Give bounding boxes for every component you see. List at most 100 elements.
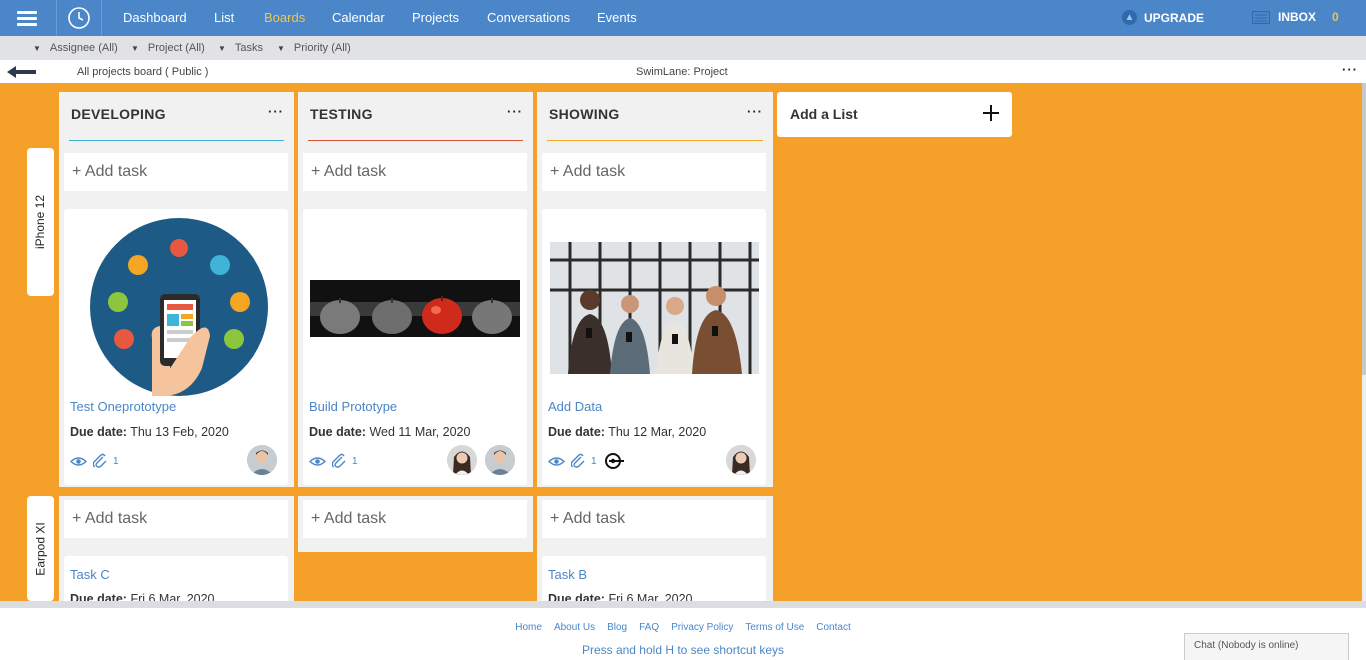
add-task-button[interactable]: + Add task bbox=[64, 153, 288, 191]
filter-assignee-label: Assignee (All) bbox=[49, 42, 118, 54]
footer-link-contact[interactable]: Contact bbox=[816, 622, 850, 633]
dropdown-triangle-icon: ▼ bbox=[131, 44, 139, 53]
top-navigation: Dashboard List Boards Calendar Projects … bbox=[0, 0, 1366, 36]
due-date-value: Fri 6 Mar, 2020 bbox=[130, 592, 215, 601]
task-name[interactable]: Add Data bbox=[548, 399, 602, 414]
due-date-value: Thu 13 Feb, 2020 bbox=[130, 425, 229, 439]
board-more-button[interactable]: ··· bbox=[1342, 62, 1358, 77]
task-name[interactable]: Test Oneprototype bbox=[70, 399, 176, 414]
task-card-icons: 1 bbox=[70, 453, 119, 469]
swimlane-name: Earpod XI bbox=[33, 521, 48, 576]
inbox-icon bbox=[1252, 10, 1270, 24]
people-with-phones-photo bbox=[550, 242, 759, 374]
add-list-label: Add a List bbox=[790, 106, 858, 122]
paperclip-icon[interactable] bbox=[93, 453, 107, 469]
task-name[interactable]: Task C bbox=[70, 567, 110, 582]
column-header: SHOWING ··· bbox=[537, 92, 773, 144]
task-due-date: Due date: Thu 12 Mar, 2020 bbox=[548, 425, 706, 439]
task-card[interactable]: Task B Due date: Fri 6 Mar, 2020 bbox=[542, 556, 766, 601]
column-more-button[interactable]: ··· bbox=[507, 104, 523, 119]
dropdown-triangle-icon: ▼ bbox=[277, 44, 285, 53]
attachment-count: 1 bbox=[113, 455, 119, 467]
footer-link-terms[interactable]: Terms of Use bbox=[745, 622, 804, 633]
task-card-icons: 1 bbox=[548, 453, 625, 469]
footer-link-privacy[interactable]: Privacy Policy bbox=[671, 622, 733, 633]
dropdown-triangle-icon: ▼ bbox=[33, 44, 41, 53]
task-card[interactable]: Build Prototype Due date: Wed 11 Mar, 20… bbox=[303, 209, 527, 485]
inbox-button[interactable]: INBOX 0 bbox=[1252, 10, 1339, 24]
filter-tasks-label: Tasks bbox=[234, 42, 264, 54]
nav-conversations[interactable]: Conversations bbox=[487, 10, 570, 25]
column-more-button[interactable]: ··· bbox=[268, 104, 284, 119]
dropdown-triangle-icon: ▼ bbox=[218, 44, 226, 53]
due-date-label: Due date: bbox=[70, 425, 127, 439]
column-header: DEVELOPING ··· bbox=[59, 92, 294, 144]
column-header: TESTING ··· bbox=[298, 92, 533, 144]
inbox-count-badge: 0 bbox=[1332, 10, 1339, 24]
cursor-target-icon bbox=[604, 453, 624, 469]
footer: Home About Us Blog FAQ Privacy Policy Te… bbox=[0, 601, 1366, 660]
assignee-avatar[interactable] bbox=[726, 445, 756, 475]
task-name[interactable]: Build Prototype bbox=[309, 399, 397, 414]
eye-icon[interactable] bbox=[309, 456, 326, 467]
task-due-date: Due date: Fri 6 Mar, 2020 bbox=[548, 592, 693, 601]
add-list-button[interactable]: Add a List bbox=[777, 92, 1012, 137]
back-arrow-icon[interactable] bbox=[7, 66, 37, 78]
add-task-button[interactable]: + Add task bbox=[303, 153, 527, 191]
add-task-button[interactable]: + Add task bbox=[303, 500, 527, 538]
eye-icon[interactable] bbox=[70, 456, 87, 467]
task-name[interactable]: Task B bbox=[548, 567, 587, 582]
due-date-value: Thu 12 Mar, 2020 bbox=[608, 425, 707, 439]
attachment-count: 1 bbox=[591, 455, 597, 467]
swimlane-label-earpod[interactable]: Earpod XI bbox=[27, 496, 54, 601]
board-title: All projects board ( Public ) bbox=[77, 66, 209, 78]
task-due-date: Due date: Fri 6 Mar, 2020 bbox=[70, 592, 215, 601]
add-task-button[interactable]: + Add task bbox=[542, 500, 766, 538]
clock-icon[interactable] bbox=[56, 0, 102, 36]
footer-link-blog[interactable]: Blog bbox=[607, 622, 627, 633]
add-task-button[interactable]: + Add task bbox=[64, 500, 288, 538]
eye-icon[interactable] bbox=[548, 456, 565, 467]
inbox-label: INBOX bbox=[1278, 10, 1317, 24]
filter-project[interactable]: ▼ Project (All) bbox=[131, 42, 205, 54]
upgrade-button[interactable]: ▲ UPGRADE bbox=[1122, 10, 1204, 25]
hamburger-menu-icon[interactable] bbox=[0, 0, 54, 36]
filter-tasks[interactable]: ▼ Tasks bbox=[218, 42, 263, 54]
nav-boards[interactable]: Boards bbox=[264, 10, 305, 25]
attachment-count: 1 bbox=[352, 455, 358, 467]
task-card-icons: 1 bbox=[309, 453, 358, 469]
column-testing: TESTING ··· + Add task Build Prototype D… bbox=[298, 92, 533, 487]
due-date-label: Due date: bbox=[548, 425, 605, 439]
swimlane-label-iphone[interactable]: iPhone 12 bbox=[27, 148, 54, 296]
task-card[interactable]: Test Oneprototype Due date: Thu 13 Feb, … bbox=[64, 209, 288, 485]
footer-link-about[interactable]: About Us bbox=[554, 622, 595, 633]
footer-link-faq[interactable]: FAQ bbox=[639, 622, 659, 633]
paperclip-icon[interactable] bbox=[332, 453, 346, 469]
task-due-date: Due date: Wed 11 Mar, 2020 bbox=[309, 425, 470, 439]
chat-widget[interactable]: Chat (Nobody is online) bbox=[1184, 633, 1349, 660]
column-divider bbox=[308, 140, 523, 141]
nav-list[interactable]: List bbox=[214, 10, 234, 25]
filter-priority[interactable]: ▼ Priority (All) bbox=[277, 42, 351, 54]
nav-calendar[interactable]: Calendar bbox=[332, 10, 385, 25]
assignee-avatar[interactable] bbox=[485, 445, 515, 475]
nav-dashboard[interactable]: Dashboard bbox=[123, 10, 187, 25]
add-task-label: + Add task bbox=[550, 510, 626, 527]
nav-events[interactable]: Events bbox=[597, 10, 637, 25]
task-card[interactable]: Add Data Due date: Thu 12 Mar, 2020 1 bbox=[542, 209, 766, 485]
column-showing: SHOWING ··· + Add task Add Data Due date… bbox=[537, 92, 773, 487]
column-title: SHOWING bbox=[549, 106, 620, 122]
add-task-button[interactable]: + Add task bbox=[542, 153, 766, 191]
upgrade-arrow-icon: ▲ bbox=[1122, 10, 1137, 25]
footer-link-home[interactable]: Home bbox=[515, 622, 542, 633]
column-more-button[interactable]: ··· bbox=[747, 104, 763, 119]
column-divider bbox=[69, 140, 284, 141]
assignee-avatar[interactable] bbox=[247, 445, 277, 475]
assignee-avatar[interactable] bbox=[447, 445, 477, 475]
paperclip-icon[interactable] bbox=[571, 453, 585, 469]
task-card[interactable]: Task C Due date: Fri 6 Mar, 2020 bbox=[64, 556, 288, 601]
filter-assignee[interactable]: ▼ Assignee (All) bbox=[33, 42, 118, 54]
scrollbar-thumb[interactable] bbox=[1362, 83, 1366, 375]
nav-projects[interactable]: Projects bbox=[412, 10, 459, 25]
column-developing-lane2: + Add task Task C Due date: Fri 6 Mar, 2… bbox=[59, 496, 294, 601]
